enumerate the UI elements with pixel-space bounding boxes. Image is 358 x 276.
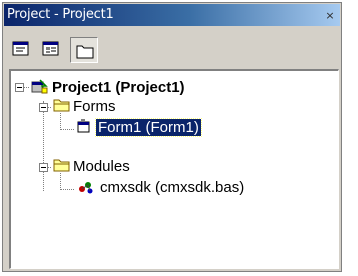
title-bar[interactable]: Project - Project1 × bbox=[4, 4, 340, 26]
folder-open-icon bbox=[53, 159, 70, 172]
tree-line bbox=[60, 129, 74, 130]
toggle-folders-icon bbox=[76, 45, 94, 59]
modules-expander[interactable] bbox=[39, 163, 48, 172]
tree-item-forms[interactable]: Forms bbox=[73, 96, 116, 116]
tree-line bbox=[60, 189, 74, 190]
toggle-folders-button[interactable] bbox=[70, 37, 98, 63]
folder-open-icon bbox=[53, 99, 70, 112]
project-explorer-window: Project - Project1 × Project1 (Project1)… bbox=[2, 2, 342, 272]
view-code-button[interactable] bbox=[10, 39, 32, 59]
tree-line bbox=[43, 101, 44, 191]
project-label: Project1 (Project1) bbox=[52, 78, 185, 96]
tree-line bbox=[60, 173, 61, 190]
form1-label: Form1 (Form1) bbox=[95, 117, 202, 137]
view-object-button[interactable] bbox=[40, 39, 62, 59]
window-title: Project - Project1 bbox=[7, 7, 114, 22]
form-icon bbox=[77, 119, 90, 133]
forms-folder-label: Forms bbox=[73, 97, 116, 115]
project-icon bbox=[31, 79, 48, 94]
tree-item-project[interactable]: Project1 (Project1) bbox=[52, 77, 185, 97]
tree-line bbox=[60, 113, 61, 130]
module-label: cmxsdk (cmxsdk.bas) bbox=[100, 178, 245, 196]
modules-folder-label: Modules bbox=[73, 157, 130, 175]
module-icon bbox=[79, 182, 93, 194]
project-expander[interactable] bbox=[15, 83, 24, 92]
tree-item-form1[interactable]: Form1 (Form1) bbox=[95, 117, 202, 137]
view-object-icon bbox=[42, 41, 59, 56]
tree-item-modules[interactable]: Modules bbox=[73, 156, 130, 176]
tree-item-cmxsdk[interactable]: cmxsdk (cmxsdk.bas) bbox=[100, 177, 244, 197]
close-button[interactable]: × bbox=[322, 7, 338, 23]
view-code-icon bbox=[12, 41, 29, 56]
toolbar bbox=[4, 27, 340, 67]
project-tree[interactable]: Project1 (Project1) Forms Form1 (Form1) … bbox=[9, 69, 339, 269]
forms-expander[interactable] bbox=[39, 103, 48, 112]
